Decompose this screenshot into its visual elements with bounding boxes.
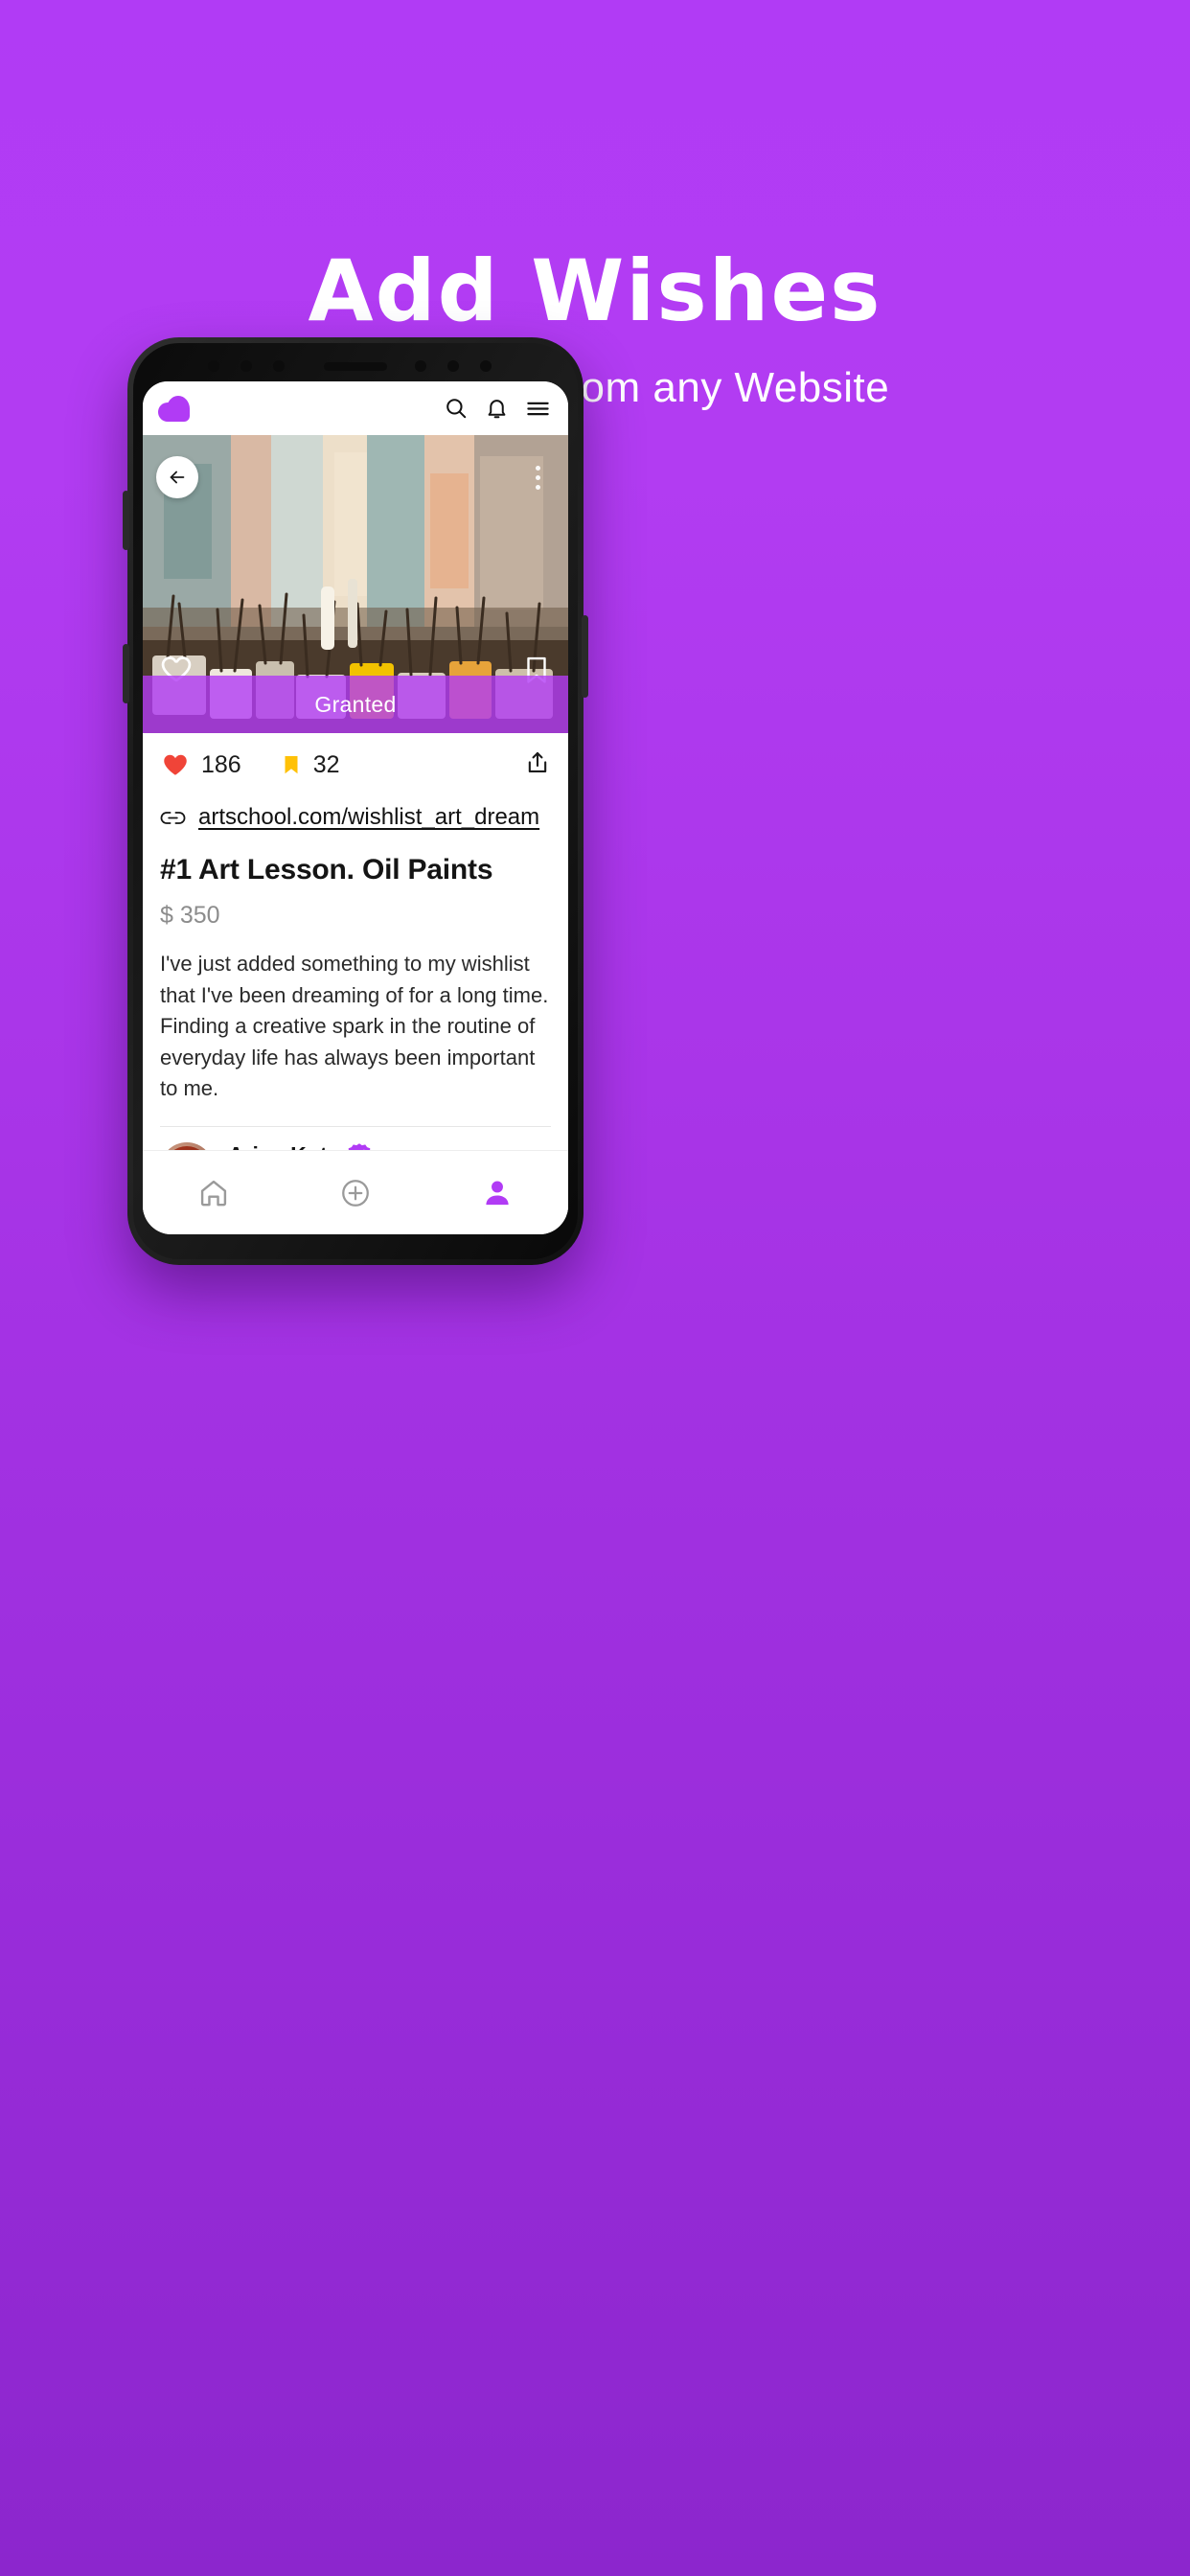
arrow-left-icon	[170, 471, 185, 484]
home-icon	[200, 1180, 227, 1206]
camera-dot	[480, 360, 492, 372]
bookmark-filled-icon	[285, 756, 298, 774]
sensor-dot	[415, 360, 426, 372]
person-icon	[486, 1181, 509, 1205]
phone-screen: Granted 186 32 artschool.com/wishlist_ar…	[143, 381, 568, 1234]
sensor-dot	[447, 360, 459, 372]
item-title: #1 Art Lesson. Oil Paints	[160, 854, 493, 886]
camera-dot	[240, 360, 252, 372]
heart-filled-icon	[164, 754, 187, 775]
item-price: $ 350	[160, 902, 220, 929]
bell-icon[interactable]	[485, 397, 509, 421]
plus-circle-icon	[342, 1179, 369, 1207]
earpiece-speaker	[324, 362, 387, 371]
bottom-navigation	[143, 1150, 568, 1234]
item-content: 186 32 artschool.com/wishlist_art_dream …	[143, 733, 568, 1213]
power-button[interactable]	[582, 615, 588, 698]
nav-home[interactable]	[171, 1164, 257, 1222]
source-link-row[interactable]: artschool.com/wishlist_art_dream	[160, 796, 551, 839]
status-badge: Granted	[143, 676, 568, 733]
link-icon	[160, 811, 186, 824]
volume-down-button[interactable]	[123, 644, 129, 703]
nav-add[interactable]	[312, 1164, 399, 1222]
camera-dot	[208, 360, 219, 372]
sensor-dot	[273, 360, 285, 372]
likes-stat[interactable]: 186	[160, 750, 241, 779]
volume-up-button[interactable]	[123, 491, 129, 550]
share-icon	[528, 751, 547, 772]
phone-notch	[127, 355, 584, 376]
hero-image: Granted	[143, 435, 568, 733]
promo-title: Add Wishes	[308, 242, 882, 340]
share-button[interactable]	[524, 749, 551, 781]
app-header	[143, 381, 568, 435]
phone-mockup: Granted 186 32 artschool.com/wishlist_ar…	[123, 337, 588, 1265]
stats-row: 186 32	[160, 733, 551, 796]
source-url[interactable]: artschool.com/wishlist_art_dream	[198, 804, 539, 831]
back-button[interactable]	[156, 456, 198, 498]
nav-profile[interactable]	[454, 1164, 540, 1222]
item-description: I've just added something to my wishlist…	[160, 949, 551, 1127]
search-icon[interactable]	[444, 396, 469, 421]
saves-count: 32	[312, 750, 340, 778]
hamburger-menu-icon[interactable]	[525, 396, 551, 422]
likes-count: 186	[201, 750, 241, 778]
more-options-button[interactable]	[528, 456, 547, 498]
saves-stat[interactable]: 32	[280, 750, 340, 779]
heart-logo[interactable]	[158, 394, 191, 423]
header-icon-group	[444, 396, 551, 422]
